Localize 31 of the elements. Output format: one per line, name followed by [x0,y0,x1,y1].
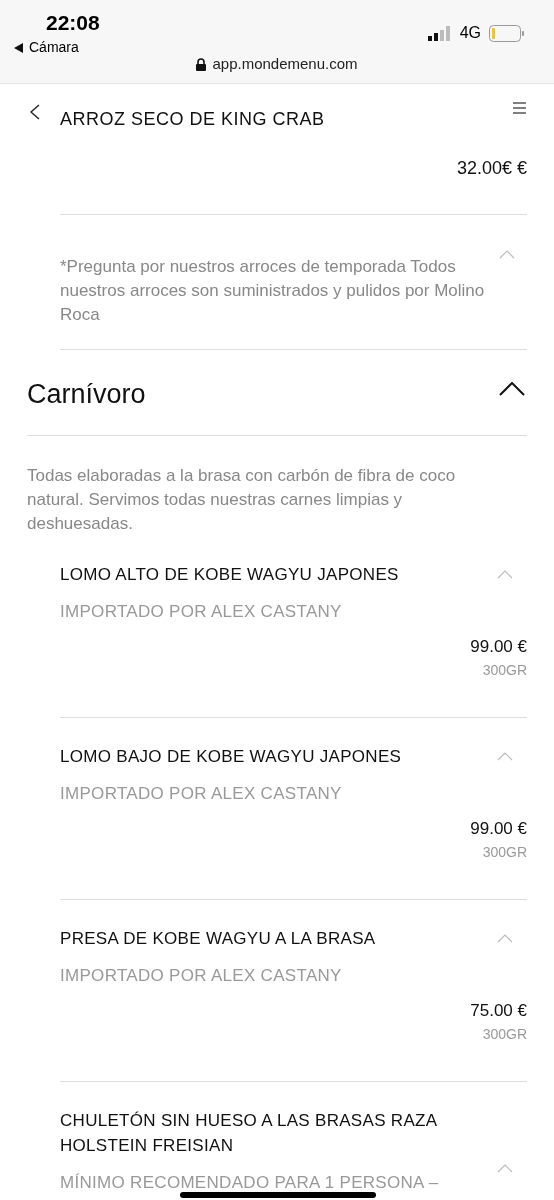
item-name: LOMO BAJO DE KOBE WAGYU JAPONES [60,745,403,768]
item-subtitle: IMPORTADO POR ALEX CASTANY [60,600,343,623]
clock-time: 22:08 [46,10,100,36]
section-title[interactable]: Carnívoro [27,374,146,415]
item-price: 75.00 € [470,1000,527,1022]
item-subtitle: MÍNIMO RECOMENDADO PARA 1 PERSONA – [60,1171,440,1194]
item-price: 32.00€ € [455,157,527,180]
item-price: 99.00 € [470,636,527,658]
battery-icon [489,24,524,42]
network-label: 4G [459,23,481,43]
chevron-up-icon[interactable] [499,382,525,397]
item-weight: 300GR [482,660,527,680]
url-text: app.mondemenu.com [212,54,358,74]
lock-icon [196,57,207,71]
item-subtitle: IMPORTADO POR ALEX CASTANY [60,782,343,805]
item-name: LOMO ALTO DE KOBE WAGYU JAPONES [60,563,400,586]
item-name: CHULETÓN SIN HUESO A LAS BRASAS RAZA HOLSTEIN FREISIAN [60,1109,438,1157]
section-description: Todas elaboradas a la brasa con carbón de fibra de coco natural. Servimos todas nuestras carnes limpias y deshuesadas. [27,464,457,535]
back-app-link[interactable]: Cámara [29,37,79,58]
item-weight: 300GR [482,842,527,862]
back-icon[interactable] [29,104,41,120]
home-indicator[interactable] [180,1192,376,1198]
note-text: *Pregunta por nuestros arroces de temporada Todos nuestros arroces son suministrados y pulidos por Molino Roca [60,256,486,326]
menu-icon[interactable] [513,102,526,114]
signal-icon [427,25,452,41]
item-price: 99.00 € [470,818,527,840]
item-name: ARROZ SECO DE KING CRAB [60,108,326,131]
item-subtitle: IMPORTADO POR ALEX CASTANY [60,964,343,987]
item-weight: 300GR [482,1024,527,1044]
item-name: PRESA DE KOBE WAGYU A LA BRASA [60,927,377,950]
back-triangle-icon[interactable] [14,42,23,53]
